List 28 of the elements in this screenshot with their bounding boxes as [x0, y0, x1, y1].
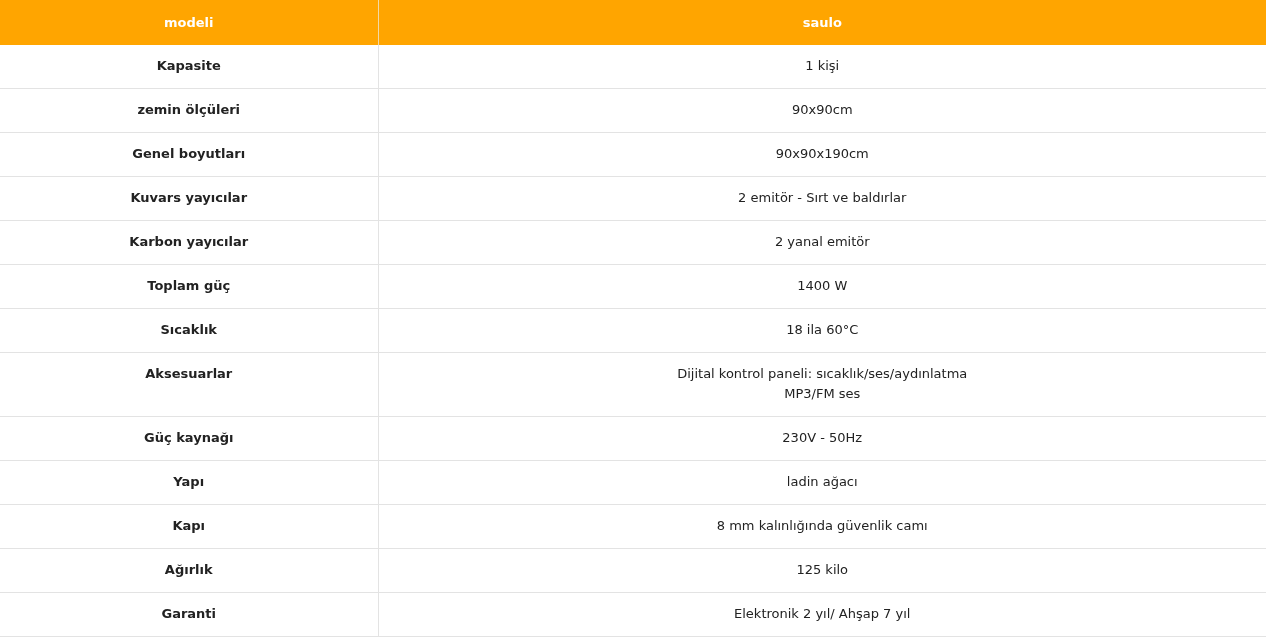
table-cell: Toplam güç — [0, 264, 378, 309]
table-cell: 125 kilo — [378, 548, 1266, 593]
table-cell: 230V - 50Hz — [378, 416, 1266, 461]
table-cell: 90x90cm — [378, 88, 1266, 133]
table-cell: 2 yanal emitör — [378, 220, 1266, 265]
table-cell: 8 mm kalınlığında güvenlik camı — [378, 504, 1266, 549]
column-header: saulo — [378, 0, 1266, 45]
table-cell: Aksesuarlar — [0, 352, 378, 417]
table-cell: Kuvars yayıcılar — [0, 176, 378, 221]
table-cell: Elektronik 2 yıl/ Ahşap 7 yıl — [378, 592, 1266, 637]
column-header: modeli — [0, 0, 378, 45]
table-cell: Kapı — [0, 504, 378, 549]
table-cell: Genel boyutları — [0, 132, 378, 177]
table-cell: Garanti — [0, 592, 378, 637]
table-cell: 90x90x190cm — [378, 132, 1266, 177]
table-cell: Yapı — [0, 460, 378, 505]
table-cell: Sıcaklık — [0, 308, 378, 353]
table-cell: 2 emitör - Sırt ve baldırlar — [378, 176, 1266, 221]
table-cell: 1 kişi — [378, 45, 1266, 89]
table-cell: Güç kaynağı — [0, 416, 378, 461]
table-cell: Kapasite — [0, 45, 378, 89]
table-cell: Dijital kontrol paneli: sıcaklık/ses/aydınlatma MP3/FM ses — [378, 352, 1266, 417]
table-cell: Karbon yayıcılar — [0, 220, 378, 265]
table-cell: Ağırlık — [0, 548, 378, 593]
table-cell: 18 ila 60°C — [378, 308, 1266, 353]
table-cell: ladin ağacı — [378, 460, 1266, 505]
table-cell: zemin ölçüleri — [0, 88, 378, 133]
table-cell: 1400 W — [378, 264, 1266, 309]
